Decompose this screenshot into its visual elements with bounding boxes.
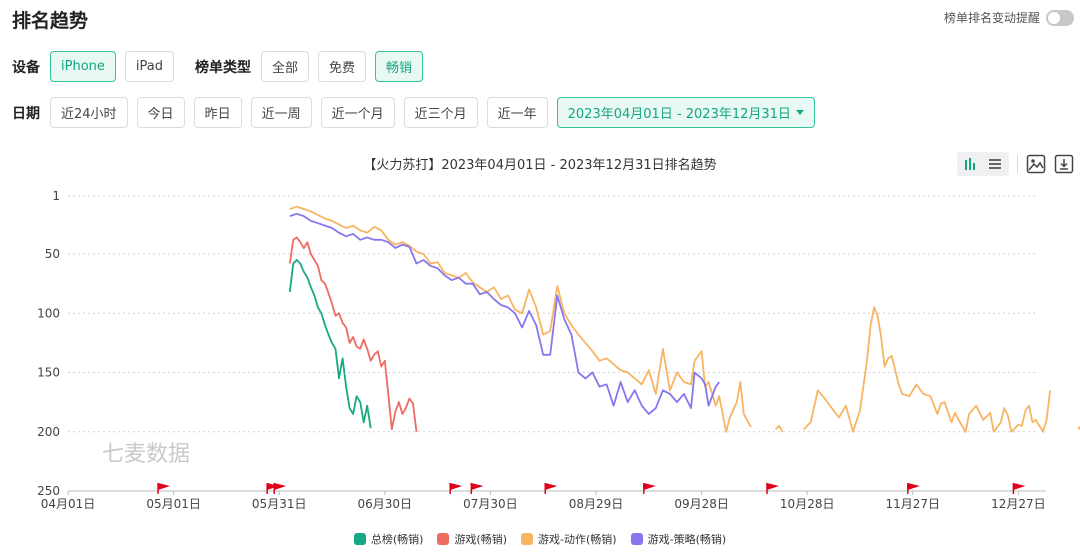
x-tick-label: 11月27日 (886, 497, 941, 511)
x-tick-label: 12月27日 (991, 497, 1046, 511)
legend-swatch (521, 533, 534, 545)
legend-label: 游戏-动作(畅销) (538, 533, 617, 546)
event-flag-icon[interactable] (273, 483, 287, 494)
watermark-logo: 七麦数据 (102, 442, 190, 467)
legend-swatch (630, 533, 643, 545)
series-line-0[interactable] (288, 259, 372, 429)
series-line-2[interactable] (774, 424, 784, 433)
chart-legend: 总榜(畅销) 游戏(畅销) 游戏-动作(畅销) 游戏-策略(畅销) (0, 531, 1080, 547)
x-tick-label: 09月28日 (674, 497, 729, 511)
series-line-2[interactable] (289, 205, 752, 433)
y-tick-label: 100 (37, 306, 60, 320)
x-tick-label: 04月01日 (41, 497, 96, 511)
x-tick-label: 05月31日 (252, 497, 307, 511)
legend-swatch (437, 533, 450, 545)
y-tick-label: 50 (45, 247, 60, 261)
series-line-2[interactable] (803, 306, 1051, 433)
event-flag-icon[interactable] (643, 483, 656, 494)
legend-label: 游戏(畅销) (454, 533, 508, 546)
event-flag-icon[interactable] (766, 483, 779, 494)
y-tick-label: 250 (37, 484, 60, 498)
event-flag-icon[interactable] (157, 483, 171, 494)
legend-item-2[interactable]: 游戏-动作(畅销) (521, 531, 617, 547)
event-flag-icon[interactable] (544, 483, 558, 494)
event-flag-icon[interactable] (470, 483, 484, 494)
x-tick-label: 05月01日 (146, 497, 201, 511)
legend-label: 总榜(畅销) (370, 533, 424, 546)
rank-trend-chart: 七麦数据 15010015020025004月01日 05月01日 05月31日 06… (37, 189, 1080, 511)
event-flag-icon[interactable] (449, 483, 463, 494)
legend-item-0[interactable]: 总榜(畅销) (353, 531, 424, 547)
legend-item-1[interactable]: 游戏(畅销) (437, 531, 507, 547)
y-tick-label: 200 (37, 425, 60, 439)
series-line-3[interactable] (289, 212, 720, 415)
legend-item-3[interactable]: 游戏-策略(畅销) (630, 531, 727, 547)
event-flag-icon[interactable] (907, 483, 920, 494)
event-flag-icon[interactable] (1012, 483, 1026, 494)
y-tick-label: 150 (37, 366, 60, 380)
x-tick-label: 07月30日 (463, 497, 518, 511)
legend-swatch (353, 533, 366, 545)
y-tick-label: 1 (52, 189, 60, 203)
x-tick-label: 08月29日 (569, 497, 624, 511)
series-line-1[interactable] (288, 236, 418, 432)
x-tick-label: 06月30日 (358, 497, 413, 511)
legend-label: 游戏-策略(畅销) (647, 533, 727, 546)
x-tick-label: 10月28日 (780, 497, 835, 511)
